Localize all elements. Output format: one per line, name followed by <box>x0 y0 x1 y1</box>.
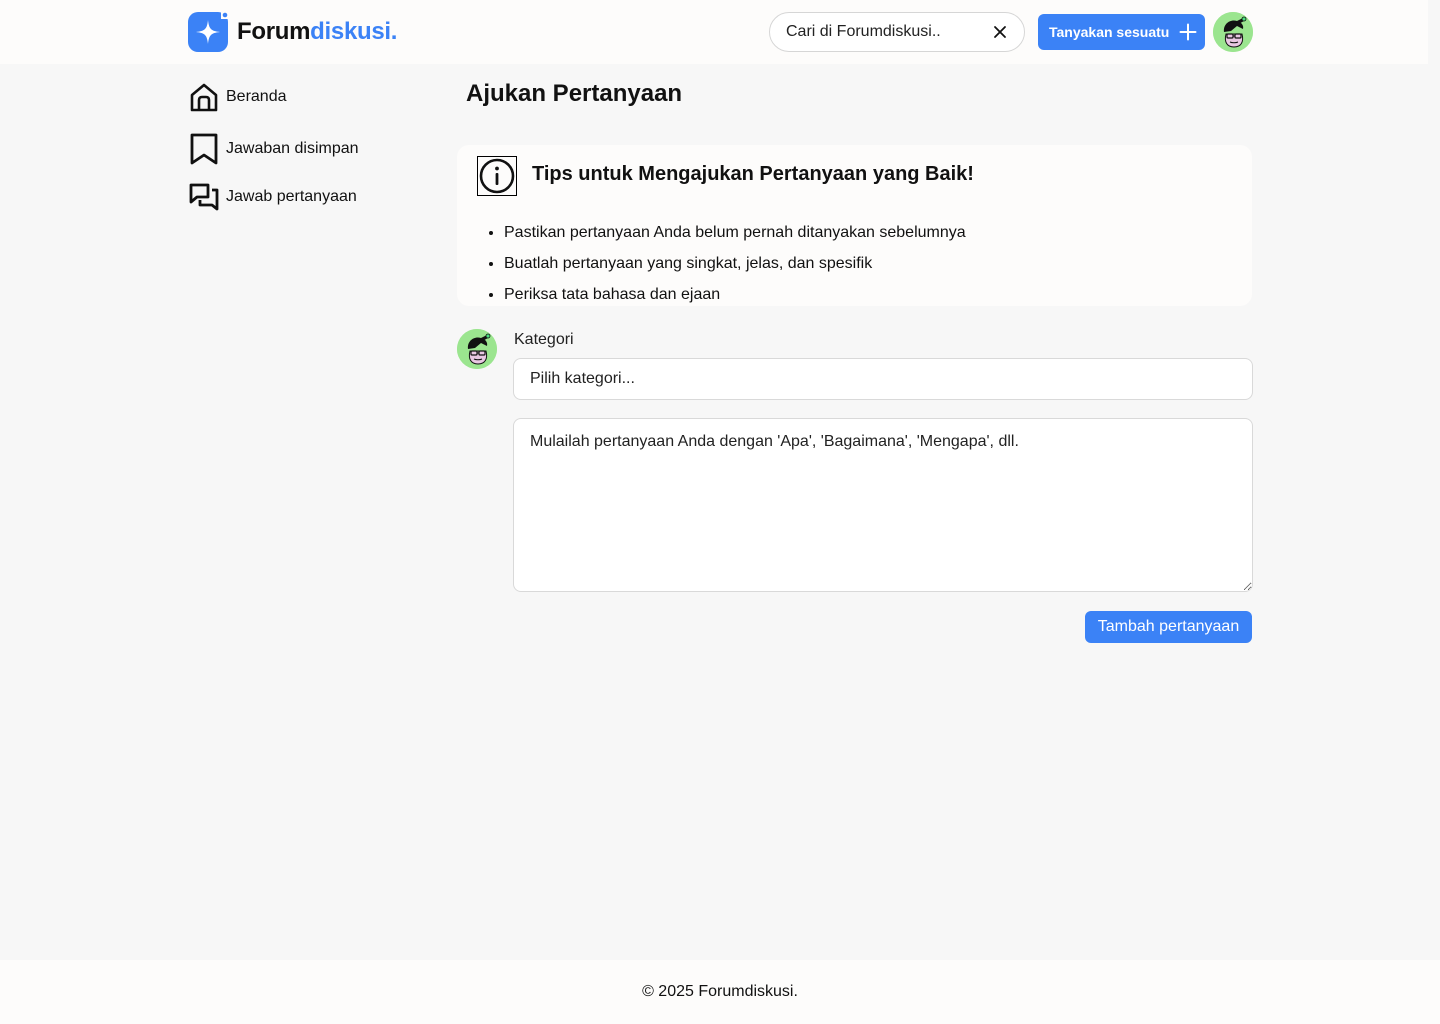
tips-title: Tips untuk Mengajukan Pertanyaan yang Ba… <box>532 163 974 185</box>
category-placeholder: Pilih kategori... <box>530 370 635 387</box>
user-avatar[interactable] <box>1213 12 1253 52</box>
sidebar-item-jawaban-disimpan[interactable]: Jawaban disimpan <box>188 133 359 165</box>
category-select[interactable]: Pilih kategori... <box>513 358 1253 400</box>
sidebar-item-label: Jawab pertanyaan <box>226 188 357 205</box>
ask-question-label: Tanyakan sesuatu <box>1049 24 1170 40</box>
home-icon <box>190 83 218 112</box>
info-icon <box>477 156 517 196</box>
category-label: Kategori <box>514 331 574 348</box>
sidebar-item-label: Beranda <box>226 88 287 105</box>
bookmark-icon <box>190 133 218 165</box>
page-title: Ajukan Pertanyaan <box>466 80 683 107</box>
logo-text-diskusi: diskusi. <box>310 18 398 45</box>
logo-icon <box>188 12 229 52</box>
logo-text: Forumdiskusi. <box>237 18 397 46</box>
plus-icon <box>1179 23 1197 41</box>
close-icon[interactable] <box>992 24 1008 40</box>
sidebar-item-label: Jawaban disimpan <box>226 140 359 157</box>
question-textarea[interactable] <box>513 418 1253 592</box>
tips-card: Tips untuk Mengajukan Pertanyaan yang Ba… <box>457 145 1252 306</box>
user-avatar <box>457 329 497 369</box>
tips-item: Periksa tata bahasa dan ejaan <box>504 279 966 310</box>
scrollbar-gap <box>1428 0 1440 64</box>
search-input[interactable] <box>786 23 986 41</box>
footer: © 2025 Forumdiskusi. <box>0 960 1440 1024</box>
sidebar-item-beranda[interactable]: Beranda <box>188 81 287 113</box>
tips-item: Buatlah pertanyaan yang singkat, jelas, … <box>504 248 966 279</box>
chat-icon <box>189 183 219 211</box>
search-box <box>769 12 1025 52</box>
logo[interactable]: Forumdiskusi. <box>188 12 397 52</box>
ask-question-button[interactable]: Tanyakan sesuatu <box>1038 14 1205 50</box>
footer-text: © 2025 Forumdiskusi. <box>642 983 798 1000</box>
tips-item: Pastikan pertanyaan Anda belum pernah di… <box>504 217 966 248</box>
submit-question-button[interactable]: Tambah pertanyaan <box>1085 611 1252 643</box>
tips-list: Pastikan pertanyaan Anda belum pernah di… <box>504 217 966 310</box>
logo-text-forum: Forum <box>237 18 311 45</box>
top-header: Forumdiskusi. Tanyakan sesuatu <box>0 0 1428 64</box>
sidebar-item-jawab-pertanyaan[interactable]: Jawab pertanyaan <box>188 181 357 213</box>
